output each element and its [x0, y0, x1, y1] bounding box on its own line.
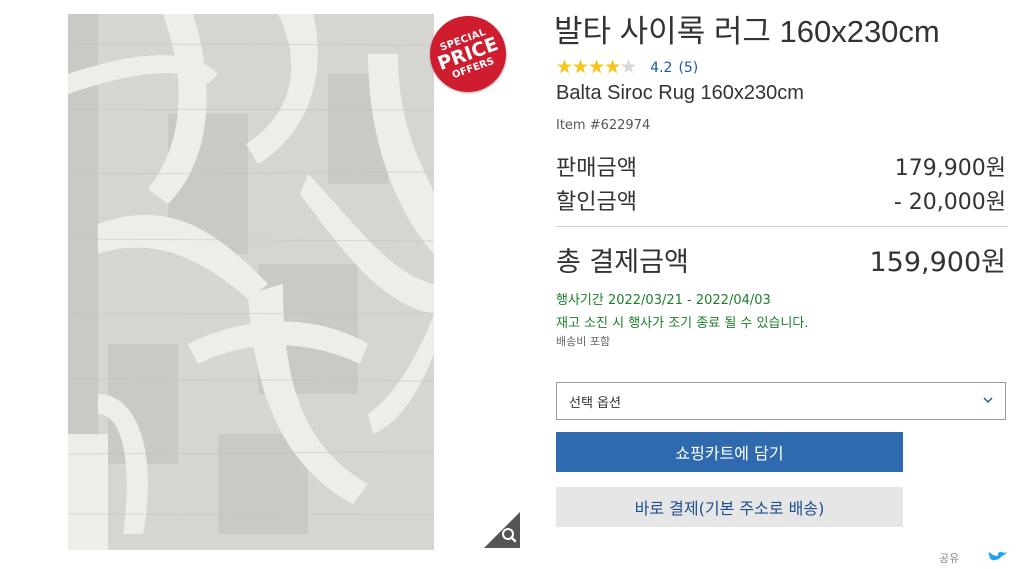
product-title-en: Balta Siroc Rug 160x230cm [556, 82, 804, 104]
product-gallery: SPECIAL PRICE OFFERS [60, 5, 520, 550]
product-info: 발타 사이록 러그 160x230cm ★★★★★ ★★★★★ 4.2 (5) … [554, 0, 1025, 565]
stock-notice: 재고 소진 시 행사가 조기 종료 될 수 있습니다. [556, 316, 809, 331]
share-label[interactable]: 공유 [939, 550, 959, 566]
star-icon: ★★★★★ ★★★★★ [556, 56, 637, 78]
discount-value: - 20,000원 [893, 190, 1006, 215]
rating-value[interactable]: 4.2 [650, 60, 672, 76]
promo-period: 행사기간 2022/03/21 - 2022/04/03 [556, 293, 771, 308]
product-image[interactable] [68, 14, 434, 550]
total-price-row: 총 결제금액 159,900원 [556, 240, 1006, 279]
discount-row: 할인금액 - 20,000원 [556, 184, 1006, 216]
sale-price-label: 판매금액 [556, 156, 637, 181]
option-select-value: 선택 옵션 [569, 395, 621, 411]
option-select[interactable]: 선택 옵션 [556, 382, 1006, 420]
sale-price-row: 판매금액 179,900원 [556, 150, 1006, 182]
total-price-label: 총 결제금액 [556, 247, 689, 278]
add-to-cart-button[interactable]: 쇼핑카트에 담기 [556, 432, 903, 472]
total-price-value: 159,900원 [869, 247, 1007, 278]
zoom-icon[interactable] [484, 512, 520, 548]
rating[interactable]: ★★★★★ ★★★★★ 4.2 (5) [556, 58, 698, 77]
rating-count[interactable]: (5) [678, 60, 698, 76]
item-number: Item #622974 [556, 118, 651, 133]
buy-now-button[interactable]: 바로 결제(기본 주소로 배송) [556, 487, 903, 527]
discount-label: 할인금액 [556, 190, 637, 215]
shipping-note: 배송비 포함 [556, 335, 611, 348]
twitter-icon[interactable] [986, 550, 1008, 564]
chevron-down-icon [983, 394, 993, 409]
divider [556, 226, 1008, 227]
sale-price-value: 179,900원 [894, 156, 1006, 181]
product-title-ko: 발타 사이록 러그 160x230cm [554, 14, 940, 49]
